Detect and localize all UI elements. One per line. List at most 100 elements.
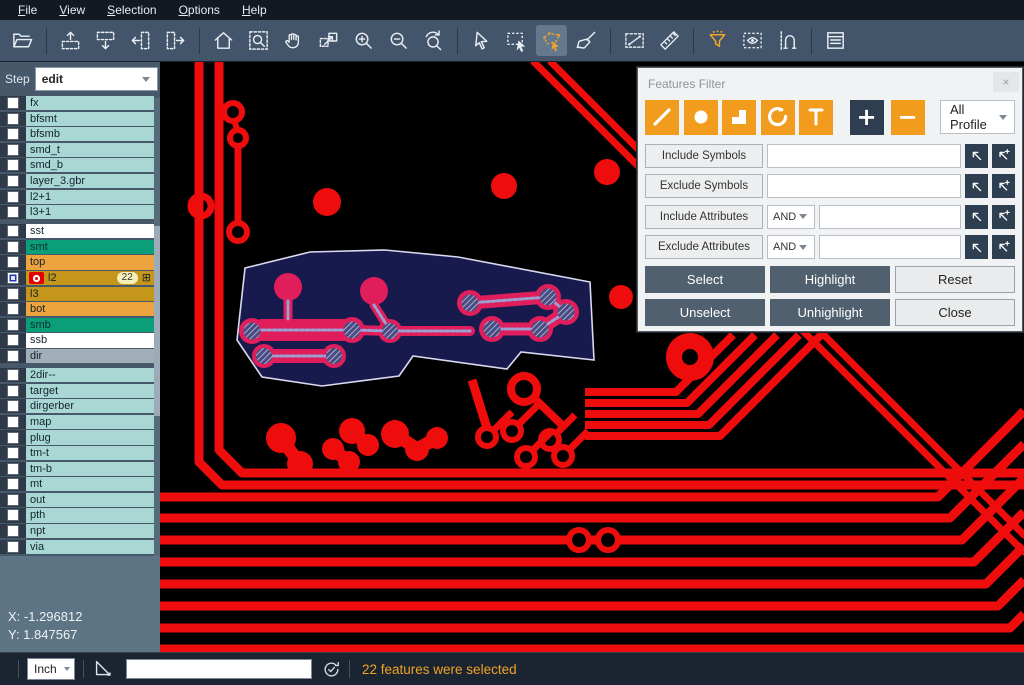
layer-name-cell[interactable]: target — [26, 384, 154, 398]
layer-visibility-checkbox[interactable] — [0, 477, 26, 491]
layer-name-cell[interactable]: sst — [26, 224, 154, 238]
layer-row[interactable]: bfsmb — [0, 127, 154, 141]
layer-visibility-checkbox[interactable] — [0, 224, 26, 238]
layer-row[interactable]: plug — [0, 430, 154, 444]
layer-visibility-checkbox[interactable] — [0, 271, 26, 285]
layer-row[interactable]: tm-b — [0, 462, 154, 476]
layer-row[interactable]: fx — [0, 96, 154, 110]
layer-row[interactable]: l2+1 — [0, 190, 154, 204]
layer-visibility-checkbox[interactable] — [0, 508, 26, 522]
layer-name-cell[interactable]: map — [26, 415, 154, 429]
layer-name-cell[interactable]: l2 22 ⊞ — [26, 271, 154, 285]
zoom-area-icon[interactable] — [243, 25, 274, 56]
arc-filter-icon[interactable] — [761, 100, 795, 135]
layer-name-cell[interactable]: layer_3.gbr — [26, 174, 154, 188]
reset-button[interactable]: Reset — [895, 266, 1015, 293]
home-view-icon[interactable] — [208, 25, 239, 56]
layer-name-cell[interactable]: npt — [26, 524, 154, 538]
swap-view-icon[interactable] — [313, 25, 344, 56]
layer-row[interactable]: pth — [0, 508, 154, 522]
layer-visibility-checkbox[interactable] — [0, 540, 26, 554]
layer-row[interactable]: top — [0, 255, 154, 269]
layer-row[interactable]: l3+1 — [0, 205, 154, 219]
layer-name-cell[interactable]: via — [26, 540, 154, 554]
layer-visibility-checkbox[interactable] — [0, 384, 26, 398]
layer-row[interactable]: dirgerber — [0, 399, 154, 413]
layer-row[interactable]: ssb — [0, 333, 154, 347]
pick-add-from-canvas-button[interactable] — [992, 205, 1015, 229]
layer-name-cell[interactable]: tm-t — [26, 446, 154, 460]
layer-row[interactable]: npt — [0, 524, 154, 538]
layer-visibility-checkbox[interactable] — [0, 302, 26, 316]
layer-row[interactable]: mt — [0, 477, 154, 491]
layer-row[interactable]: smb — [0, 318, 154, 332]
menu-item[interactable]: View — [49, 1, 95, 20]
layer-row[interactable]: smd_t — [0, 143, 154, 157]
layer-row[interactable]: bot — [0, 302, 154, 316]
layer-visibility-checkbox[interactable] — [0, 143, 26, 157]
pan-down-icon[interactable] — [90, 25, 121, 56]
layer-name-cell[interactable]: l3 — [26, 287, 154, 301]
zoom-out-icon[interactable] — [383, 25, 414, 56]
layer-visibility-checkbox[interactable] — [0, 368, 26, 382]
layer-visibility-checkbox[interactable] — [0, 399, 26, 413]
layer-name-cell[interactable]: ssb — [26, 333, 154, 347]
layer-visibility-checkbox[interactable] — [0, 287, 26, 301]
pick-add-from-canvas-button[interactable] — [992, 144, 1015, 168]
layer-name-cell[interactable]: l3+1 — [26, 205, 154, 219]
rectangle-select-icon[interactable] — [501, 25, 532, 56]
layer-name-cell[interactable]: tm-b — [26, 462, 154, 476]
layer-name-cell[interactable]: out — [26, 493, 154, 507]
layer-row[interactable]: target — [0, 384, 154, 398]
layer-row[interactable]: l2 22 ⊞ — [0, 271, 154, 285]
layer-visibility-checkbox[interactable] — [0, 112, 26, 126]
pan-up-icon[interactable] — [55, 25, 86, 56]
dialog-title-bar[interactable]: Features Filter × — [645, 72, 1015, 96]
layer-row[interactable]: layer_3.gbr — [0, 174, 154, 188]
pick-from-canvas-button[interactable] — [965, 205, 988, 229]
sync-check-icon[interactable] — [322, 660, 341, 679]
text-filter-icon[interactable] — [799, 100, 833, 135]
view-options-icon[interactable] — [737, 25, 768, 56]
highlight-button[interactable]: Highlight — [770, 266, 890, 293]
select-button[interactable]: Select — [645, 266, 765, 293]
layer-visibility-checkbox[interactable] — [0, 127, 26, 141]
layer-name-cell[interactable]: bot — [26, 302, 154, 316]
pick-from-canvas-button[interactable] — [965, 174, 988, 198]
line-filter-icon[interactable] — [645, 100, 679, 135]
layer-name-cell[interactable]: pth — [26, 508, 154, 522]
unselect-button[interactable]: Unselect — [645, 299, 765, 326]
layer-row[interactable]: map — [0, 415, 154, 429]
filter-row-label-button[interactable]: Include Attributes — [645, 205, 763, 229]
filter-input[interactable] — [767, 174, 961, 198]
pick-add-from-canvas-button[interactable] — [992, 174, 1015, 198]
menu-item[interactable]: Selection — [97, 1, 166, 20]
angle-measure-icon[interactable] — [92, 658, 114, 680]
layer-visibility-checkbox[interactable] — [0, 240, 26, 254]
logic-select[interactable]: AND — [767, 235, 815, 259]
layer-name-cell[interactable]: smt — [26, 240, 154, 254]
unhighlight-button[interactable]: Unhighlight — [770, 299, 890, 326]
open-file-icon[interactable] — [7, 25, 38, 56]
layer-row[interactable]: smd_b — [0, 158, 154, 172]
layer-row[interactable]: dir — [0, 349, 154, 363]
clear-highlight-icon[interactable] — [571, 25, 602, 56]
layer-name-cell[interactable]: bfsmb — [26, 127, 154, 141]
unit-select[interactable]: Inch — [27, 658, 75, 680]
zoom-in-icon[interactable] — [348, 25, 379, 56]
menu-item[interactable]: File — [8, 1, 47, 20]
profile-select[interactable]: All Profile — [940, 100, 1015, 134]
ruler-icon[interactable] — [654, 25, 685, 56]
layer-visibility-checkbox[interactable] — [0, 318, 26, 332]
filter-row-label-button[interactable]: Include Symbols — [645, 144, 763, 168]
layer-visibility-checkbox[interactable] — [0, 96, 26, 110]
layer-name-cell[interactable]: top — [26, 255, 154, 269]
layer-row[interactable]: via — [0, 540, 154, 554]
filter-input[interactable] — [819, 235, 961, 259]
layer-visibility-checkbox[interactable] — [0, 333, 26, 347]
pick-from-canvas-button[interactable] — [965, 144, 988, 168]
layer-visibility-checkbox[interactable] — [0, 524, 26, 538]
close-button[interactable]: Close — [895, 299, 1015, 326]
pick-add-from-canvas-button[interactable] — [992, 235, 1015, 259]
filter-row-label-button[interactable]: Exclude Attributes — [645, 235, 763, 259]
